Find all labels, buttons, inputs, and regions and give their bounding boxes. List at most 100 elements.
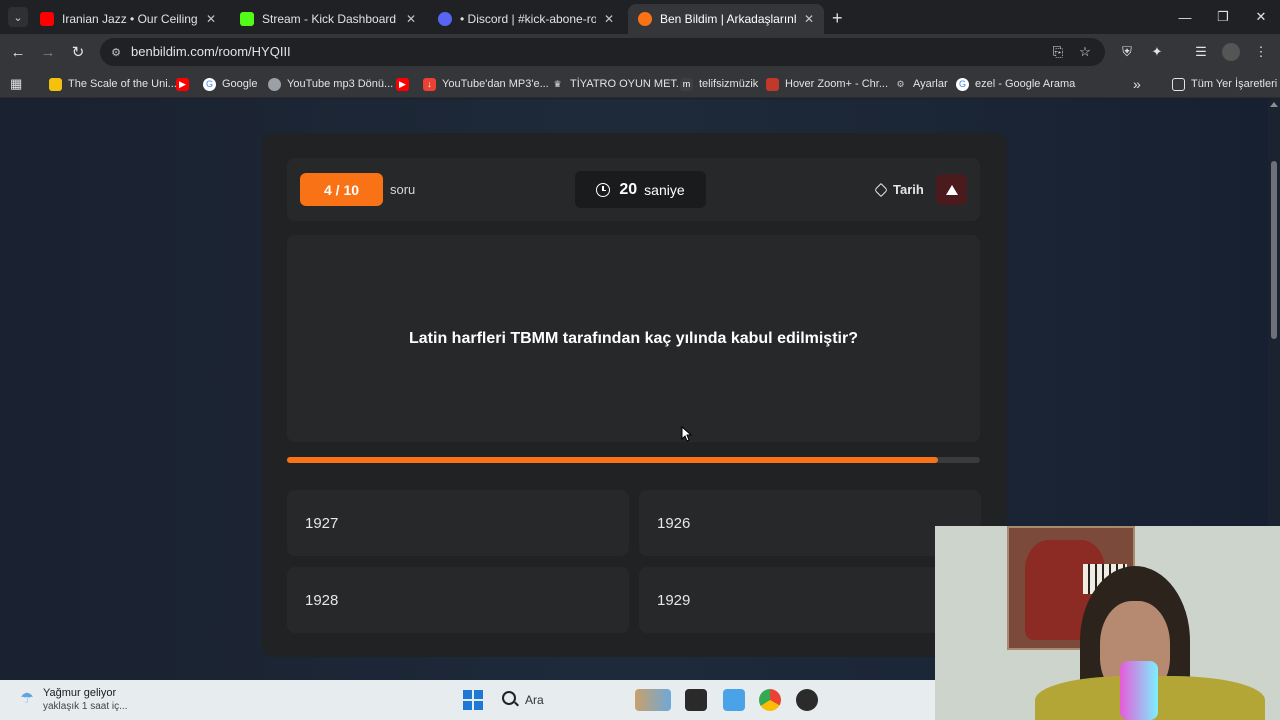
bookmark-label: Ayarlar [913, 78, 948, 90]
report-button[interactable] [936, 174, 967, 205]
bookmark-label: YouTube'dan MP3'e... [442, 78, 549, 90]
close-window-icon[interactable]: ✕ [1242, 0, 1280, 34]
hover-zoom-icon [766, 77, 779, 91]
bookmark-label: TİYATRO OYUN MET... [570, 78, 686, 90]
tab-strip: ⌄ Iranian Jazz • Our Ceilings Fell A ✕ S… [0, 0, 1280, 34]
bookmark-ayarlar[interactable]: ⚙ Ayarlar [894, 76, 948, 92]
taskbar-search-label[interactable]: Ara [525, 693, 544, 707]
search-icon[interactable] [502, 691, 516, 705]
photos-app-icon[interactable] [723, 689, 745, 711]
time-progress-bar [287, 457, 980, 463]
minimize-icon[interactable]: — [1166, 0, 1204, 34]
bookmark-favicon-icon [49, 77, 62, 91]
youtube-icon: ▶ [396, 77, 409, 91]
timer-value: 20 [619, 180, 638, 198]
bookmark-label: YouTube mp3 Dönü... [287, 78, 394, 90]
rgb-lamp [1120, 661, 1158, 720]
restore-icon[interactable]: ❐ [1204, 0, 1242, 34]
back-arrow-icon[interactable]: ← [8, 42, 28, 62]
profile-avatar-icon[interactable] [1222, 43, 1240, 61]
bookmark-scale-universe[interactable]: The Scale of the Uni... [49, 76, 177, 92]
weather-rain-icon[interactable]: ☂ [18, 689, 36, 707]
bookmark-telifsiz[interactable]: m telifsizmüzik [680, 76, 758, 92]
close-tab-icon[interactable]: ✕ [206, 12, 216, 26]
youtube-icon: ▶ [176, 77, 189, 91]
bookmark-ezel[interactable]: Gezel - Google Arama [956, 76, 1075, 92]
scrollbar-thumb[interactable] [1271, 161, 1277, 339]
menu-kebab-icon[interactable]: ⋮ [1252, 43, 1270, 61]
webcam-overlay [935, 526, 1280, 720]
quiz-card: 4 / 10 soru 20 saniye Tarih Latin harfle… [262, 133, 1007, 657]
tab-title: Stream - Kick Dashboard [262, 12, 397, 26]
chrome-icon[interactable] [759, 689, 781, 711]
extensions-puzzle-icon[interactable]: ✦ [1148, 43, 1166, 61]
apps-grid-icon[interactable]: ▦ [10, 76, 22, 92]
shield-extension-icon[interactable]: ⛨ [1118, 43, 1136, 61]
tab-kick-dashboard[interactable]: Stream - Kick Dashboard ✕ [230, 4, 426, 34]
bookmark-label: The Scale of the Uni... [68, 78, 177, 90]
tab-title: Iranian Jazz • Our Ceilings Fell A [62, 12, 198, 26]
kick-favicon-icon [240, 12, 254, 26]
question-box: Latin harfleri TBMM tarafından kaç yılın… [287, 235, 980, 442]
m-icon: m [680, 77, 693, 91]
answer-option-4[interactable]: 1929 [639, 567, 981, 633]
gear-icon: ⚙ [896, 78, 905, 89]
url-text[interactable]: benbildim.com/room/HYQIII [131, 44, 291, 59]
warning-icon [945, 184, 958, 195]
tab-title: • Discord | #kick-abone-rolu-alı [460, 12, 596, 26]
obs-icon[interactable] [796, 689, 818, 711]
tab-search-button[interactable]: ⌄ [8, 7, 28, 27]
bookmark-label: ezel - Google Arama [975, 78, 1076, 90]
quiz-status-bar: 4 / 10 soru 20 saniye Tarih [287, 158, 980, 221]
bookmark-youtube-2[interactable]: ▶ [396, 76, 415, 92]
bookmark-label: telifsizmüzik [699, 78, 759, 90]
window-controls: — ❐ ✕ [1166, 0, 1280, 34]
category-tag: Tarih [873, 182, 924, 197]
weather-subtitle[interactable]: yaklaşık 1 saat iç... [43, 701, 127, 712]
bookmarks-bar: ▦ The Scale of the Uni... ▶ G Google YouT… [0, 70, 1280, 98]
tab-discord[interactable]: • Discord | #kick-abone-rolu-alı ✕ [428, 4, 624, 34]
close-tab-icon[interactable]: ✕ [604, 12, 614, 26]
tab-ben-bildim[interactable]: Ben Bildim | Arkadaşlarınla Onli ✕ [628, 4, 824, 34]
more-bookmarks-icon[interactable]: » [1133, 76, 1141, 92]
scroll-up-arrow-icon[interactable] [1270, 102, 1278, 107]
forward-arrow-icon[interactable]: → [38, 42, 58, 62]
bookmark-label: Hover Zoom+ - Chr... [785, 78, 889, 90]
category-label: Tarih [893, 182, 924, 197]
google-icon: G [203, 77, 216, 91]
bookmark-google[interactable]: G Google [203, 76, 257, 92]
windows-start-icon[interactable] [463, 690, 483, 710]
browser-toolbar: ← → ↻ ⚙ benbildim.com/room/HYQIII ⎘ ☆ ⛨ … [0, 34, 1280, 70]
tab-iranian-jazz[interactable]: Iranian Jazz • Our Ceilings Fell A ✕ [30, 4, 226, 34]
tag-icon [873, 182, 889, 197]
media-control-icon[interactable]: ☰ [1192, 43, 1210, 61]
bookmark-label: Google [222, 78, 258, 90]
windows-taskbar: ☂ Yağmur geliyor yaklaşık 1 saat iç... A… [0, 680, 935, 720]
answer-option-1[interactable]: 1927 [287, 490, 629, 556]
reload-icon[interactable]: ↻ [68, 42, 88, 62]
all-bookmarks[interactable]: Tüm Yer İşaretleri [1172, 76, 1277, 92]
file-explorer-icon[interactable] [685, 689, 707, 711]
question-counter-unit: soru [390, 182, 416, 197]
bookmark-star-icon[interactable]: ☆ [1077, 44, 1093, 60]
bookmark-tiyatro[interactable]: ♛ TİYATRO OYUN MET... [551, 76, 685, 92]
weather-title[interactable]: Yağmur geliyor [43, 687, 116, 699]
bookmark-hover-zoom[interactable]: Hover Zoom+ - Chr... [766, 76, 888, 92]
bookmark-youtube-mp3[interactable]: YouTube mp3 Dönü... [268, 76, 393, 92]
all-bookmarks-label: Tüm Yer İşaretleri [1191, 78, 1278, 90]
new-tab-button[interactable]: + [832, 8, 843, 29]
crown-icon: ♛ [553, 78, 562, 89]
site-info-icon[interactable]: ⚙ [108, 44, 124, 60]
question-counter: 4 / 10 [300, 173, 383, 206]
bookmark-youtube-mp3e[interactable]: ↓ YouTube'dan MP3'e... [423, 76, 549, 92]
address-bar[interactable]: ⚙ benbildim.com/room/HYQIII ⎘ ☆ [100, 38, 1105, 66]
answer-option-3[interactable]: 1928 [287, 567, 629, 633]
close-tab-icon[interactable]: ✕ [804, 12, 814, 26]
ben-bildim-favicon-icon [638, 12, 652, 26]
widgets-icon[interactable] [635, 689, 671, 711]
bookmark-youtube[interactable]: ▶ [176, 76, 195, 92]
answer-option-2[interactable]: 1926 [639, 490, 981, 556]
youtube-favicon-icon [40, 12, 54, 26]
install-app-icon[interactable]: ⎘ [1050, 44, 1066, 60]
close-tab-icon[interactable]: ✕ [406, 12, 416, 26]
